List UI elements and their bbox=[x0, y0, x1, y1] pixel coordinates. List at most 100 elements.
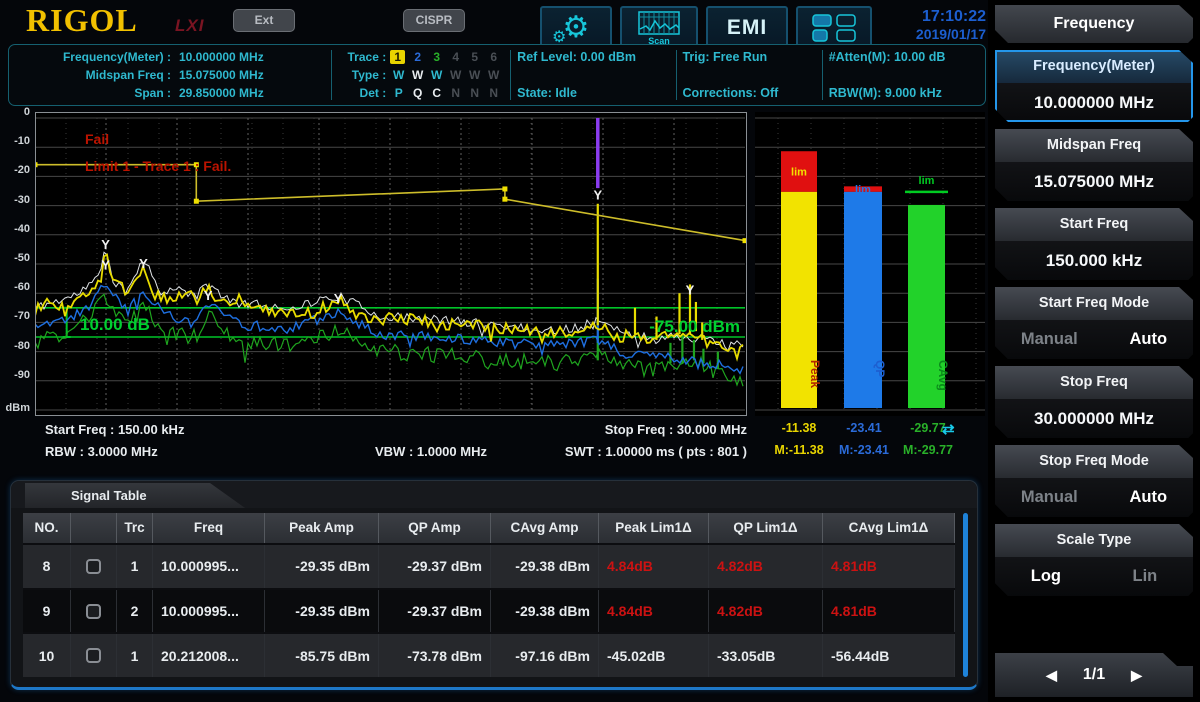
bar-axis-label: Peak bbox=[808, 360, 822, 388]
table-scrollbar-thumb[interactable] bbox=[963, 513, 968, 677]
qp-amp-cell: -73.78 dBm bbox=[379, 634, 491, 677]
limit-delta-cell: 4.84dB bbox=[599, 590, 709, 633]
y-axis-tick: -50 bbox=[0, 252, 30, 264]
softkey-start-freq[interactable]: Start Freq 150.000 kHz bbox=[995, 208, 1193, 280]
y-axis-tick: -20 bbox=[0, 164, 30, 176]
page-indicator: 1/1 bbox=[1083, 666, 1105, 684]
status-readout: Corrections: Off bbox=[682, 84, 815, 102]
menu-title-frequency: Frequency bbox=[995, 5, 1193, 43]
row-number: 10 bbox=[23, 634, 71, 677]
column-header bbox=[71, 513, 117, 543]
y-axis-tick: -70 bbox=[0, 310, 30, 322]
bar-axis-label: CAvg bbox=[936, 360, 950, 391]
option-auto[interactable]: Auto bbox=[1130, 488, 1168, 507]
status-row: Frequency(Meter) :10.000000 MHz bbox=[13, 48, 325, 66]
softkey-value: 10.000000 MHz bbox=[995, 83, 1193, 122]
option-manual[interactable]: Manual bbox=[1021, 488, 1078, 507]
softkey-scale-type[interactable]: Scale Type Log Lin bbox=[995, 524, 1193, 596]
peak-marker-icon: Y bbox=[139, 256, 148, 271]
lim-label: lim bbox=[791, 167, 807, 179]
softkey-label: Stop Freq bbox=[995, 366, 1193, 399]
cavg-amp-cell: -29.38 dBm bbox=[491, 545, 599, 588]
column-header: CAvg Lim1Δ bbox=[823, 513, 955, 543]
freq-cell: 10.000995... bbox=[153, 590, 265, 633]
softkey-label: Frequency(Meter) bbox=[995, 50, 1193, 83]
lim-label: lim bbox=[855, 184, 871, 196]
limit-delta-cell: -33.05dB bbox=[709, 634, 823, 677]
row-checkbox[interactable] bbox=[86, 559, 101, 574]
trace-cell: 1 bbox=[117, 545, 153, 588]
y-axis-tick: -10 bbox=[0, 135, 30, 147]
meter-value: -23.41 bbox=[828, 421, 900, 435]
table-row[interactable]: 9210.000995...-29.35 dBm-29.37 dBm-29.38… bbox=[23, 588, 955, 633]
status-readout: RBW(M): 9.000 kHz bbox=[829, 84, 981, 102]
softkey-stop-freq[interactable]: Stop Freq 30.000000 MHz bbox=[995, 366, 1193, 438]
softkey-label: Start Freq bbox=[995, 208, 1193, 241]
level-status-column: Ref Level: 0.00 dBmState: Idle bbox=[513, 45, 673, 105]
spectrum-plot[interactable]: YYYYYYYFailLimit 1 - Trace 1 : Fail.10.0… bbox=[35, 112, 747, 416]
prev-page-arrow[interactable]: ◀ bbox=[1046, 667, 1057, 684]
table-scrollbar[interactable] bbox=[963, 513, 968, 677]
status-row: Span :29.850000 MHz bbox=[13, 84, 325, 102]
rigol-logo: RIGOL bbox=[26, 2, 138, 39]
y-axis-tick: -80 bbox=[0, 340, 30, 352]
softkey-midspan-freq[interactable]: Midspan Freq 15.075000 MHz bbox=[995, 129, 1193, 201]
meter-max-value: M:-23.41 bbox=[828, 443, 900, 457]
row-checkbox[interactable] bbox=[86, 604, 101, 619]
signal-table-tab[interactable]: Signal Table bbox=[25, 483, 245, 508]
delta-annotation: 10.00 dB bbox=[80, 315, 150, 334]
ext-trigger-button[interactable]: Ext bbox=[233, 9, 295, 32]
option-manual[interactable]: Manual bbox=[1021, 330, 1078, 349]
table-header-row: NO.TrcFreqPeak AmpQP AmpCAvg AmpPeak Lim… bbox=[23, 513, 955, 543]
softkey-value: 15.075000 MHz bbox=[995, 162, 1193, 201]
vbw-readout: VBW : 1.0000 MHz bbox=[375, 444, 487, 459]
trace-status-column: Trace :123456Type :WWWWWWDet :PQCNNN bbox=[334, 45, 508, 105]
option-auto[interactable]: Auto bbox=[1130, 330, 1168, 349]
type-row: Type :WWWWWW bbox=[338, 66, 504, 84]
meter-max-values-row: M:-11.38M:-23.41M:-29.77 bbox=[755, 443, 985, 461]
freq-cell: 10.000995... bbox=[153, 545, 265, 588]
peak-marker-icon: Y bbox=[334, 291, 343, 306]
limit-delta-cell: 4.82dB bbox=[709, 590, 823, 633]
column-header: Peak Amp bbox=[265, 513, 379, 543]
softkey-start-freq-mode[interactable]: Start Freq Mode Manual Auto bbox=[995, 287, 1193, 359]
status-readout: #Atten(M): 10.00 dB bbox=[829, 48, 981, 66]
signal-table: NO.TrcFreqPeak AmpQP AmpCAvg AmpPeak Lim… bbox=[23, 513, 955, 677]
cavg-amp-cell: -29.38 dBm bbox=[491, 590, 599, 633]
det-row: Det :PQCNNN bbox=[338, 84, 504, 102]
signal-table-panel: Signal Table NO.TrcFreqPeak AmpQP AmpCAv… bbox=[10, 480, 978, 690]
analyzer-screen: RIGOL LXI Ext CISPR ⚙ ⚙ Scan EMI 17:10:2… bbox=[0, 0, 1200, 702]
softkey-value: 150.000 kHz bbox=[995, 241, 1193, 280]
softkey-frequency-meter[interactable]: Frequency(Meter) 10.000000 MHz bbox=[995, 50, 1193, 122]
window-layout-icon bbox=[811, 13, 857, 43]
y-axis-tick: -60 bbox=[0, 281, 30, 293]
table-row[interactable]: 10120.212008...-85.75 dBm-73.78 dBm-97.1… bbox=[23, 632, 955, 677]
peak-marker-icon: Y bbox=[593, 187, 602, 202]
limit-delta-cell: 4.81dB bbox=[823, 545, 955, 588]
peak-marker-icon: Y bbox=[204, 288, 213, 303]
scan-icon bbox=[638, 11, 680, 35]
meter-max-value: M:-11.38 bbox=[763, 443, 835, 457]
y-axis-tick: -30 bbox=[0, 194, 30, 206]
cispr-button[interactable]: CISPR bbox=[403, 9, 465, 32]
column-header: Trc bbox=[117, 513, 153, 543]
limit-delta-cell: -56.44dB bbox=[823, 634, 955, 677]
softkey-value: 30.000000 MHz bbox=[995, 399, 1193, 438]
meter-swap-icon[interactable]: ⇄ bbox=[942, 420, 955, 438]
peak-amp-cell: -85.75 dBm bbox=[265, 634, 379, 677]
option-lin[interactable]: Lin bbox=[1133, 567, 1158, 586]
lxi-logo: LXI bbox=[175, 16, 204, 36]
softkey-stop-freq-mode[interactable]: Stop Freq Mode Manual Auto bbox=[995, 445, 1193, 517]
table-row[interactable]: 8110.000995...-29.35 dBm-29.37 dBm-29.38… bbox=[23, 543, 955, 588]
trigger-status-column: Trig: Free RunCorrections: Off bbox=[678, 45, 819, 105]
peak-amp-cell: -29.35 dBm bbox=[265, 590, 379, 633]
row-checkbox[interactable] bbox=[86, 648, 101, 663]
peak-marker-icon: Y bbox=[101, 257, 110, 272]
option-log[interactable]: Log bbox=[1031, 567, 1061, 586]
meter-max-value: M:-29.77 bbox=[892, 443, 964, 457]
meter-bars-panel: limPeaklimQPlimCAvg bbox=[755, 112, 985, 416]
next-page-arrow[interactable]: ▶ bbox=[1131, 667, 1142, 684]
y-axis-tick: -90 bbox=[0, 369, 30, 381]
bandwidth-status-column: #Atten(M): 10.00 dB RBW(M): 9.000 kHz bbox=[825, 45, 985, 105]
time-display: 17:10:22 bbox=[876, 8, 986, 26]
